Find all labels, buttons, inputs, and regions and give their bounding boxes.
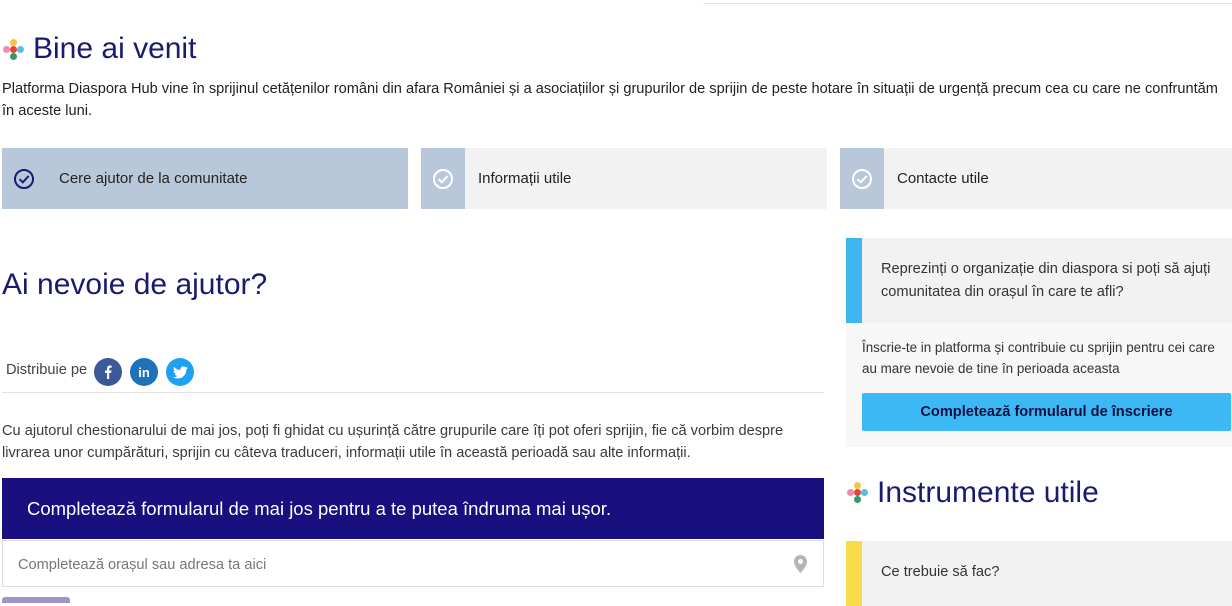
tools-title: Instrumente utile [877,476,1099,509]
tab-label: Informații utile [478,170,572,187]
org-signup-panel: Înscrie-te in platforma și contribuie cu… [846,323,1232,447]
address-input[interactable] [3,541,780,588]
share-label: Distribuie pe [6,362,88,378]
address-field-container [2,540,824,588]
tab-label: Contacte utile [897,170,989,187]
form-banner: Completează formularul de mai jos pentru… [2,478,824,539]
top-divider [703,3,1232,4]
welcome-title: Bine ai venit [33,32,197,65]
check-circle-icon [840,148,884,209]
help-title: Ai nevoie de ajutor? [2,268,268,301]
org-question-card: Reprezinți o organizație din diaspora si… [846,238,1232,323]
twitter-icon[interactable] [166,358,194,386]
org-signup-button[interactable]: Completează formularul de înscriere [862,393,1231,431]
help-description: Cu ajutorul chestionarului de mai jos, p… [2,423,784,461]
tool-card-accent [846,541,862,606]
form-next-button[interactable] [2,597,70,603]
tab-cere-ajutor[interactable]: Cere ajutor de la comunitate [2,148,408,209]
tool-item-ce-trebuie[interactable]: Ce trebuie să fac? [846,541,1232,606]
facebook-icon[interactable] [94,358,122,386]
tab-label: Cere ajutor de la comunitate [59,170,248,187]
org-signup-text: Înscrie-te in platforma și contribuie cu… [862,340,1215,376]
tab-contacte-utile[interactable]: Contacte utile [840,148,1232,209]
check-circle-icon [2,148,46,209]
location-pin-icon [794,555,807,578]
tab-informatii-utile[interactable]: Informații utile [421,148,827,209]
welcome-intro: Platforma Diaspora Hub vine în sprijinul… [2,81,1218,119]
form-banner-text: Completează formularul de mai jos pentru… [27,497,612,519]
org-question: Reprezinți o organizație din diaspora si… [881,261,1211,300]
logo-dots-icon [847,482,869,504]
org-card-accent [846,238,862,323]
share-divider [2,392,824,393]
check-circle-icon [421,148,465,209]
linkedin-icon[interactable]: in [130,358,158,386]
tool-item-label: Ce trebuie să fac? [881,564,1000,580]
logo-dots-icon [3,39,25,61]
